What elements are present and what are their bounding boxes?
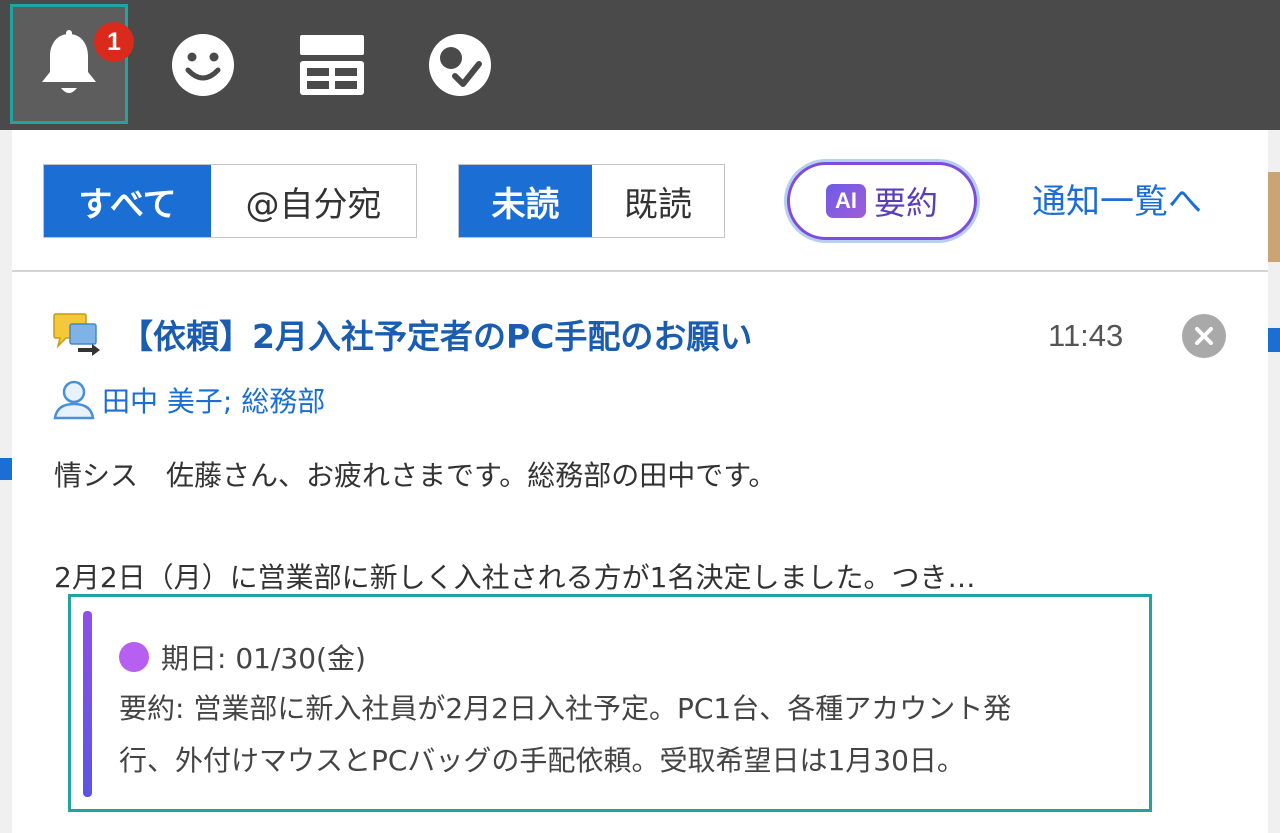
- header-bar: 1: [0, 0, 1280, 130]
- filter-bar: すべて @自分宛 未読 既読 AI 要約 通知一覧へ: [12, 130, 1268, 272]
- sender-name[interactable]: 田中 美子; 総務部: [102, 380, 325, 420]
- background-app-edge-right: [1266, 130, 1280, 833]
- notification-body-line-2: 2月2日（月）に営業部に新しく入社される方が1名決定しました。つき…: [54, 561, 976, 594]
- notification-count-badge: 1: [94, 22, 134, 62]
- dismiss-button[interactable]: [1182, 314, 1226, 358]
- due-date-dot-icon: [119, 642, 149, 672]
- status-button[interactable]: [143, 0, 263, 130]
- filter-mentions-button[interactable]: @自分宛: [211, 165, 416, 237]
- layout-icon: [300, 35, 364, 95]
- filter-all-button[interactable]: すべて: [44, 165, 211, 237]
- scope-filter: すべて @自分宛: [43, 164, 417, 238]
- filter-read-button[interactable]: 既読: [592, 165, 724, 237]
- notification-time: 11:43: [1048, 318, 1124, 353]
- bell-icon: [42, 30, 96, 93]
- portal-layout-button[interactable]: [272, 0, 392, 130]
- user-icon: [53, 380, 95, 420]
- sender: 田中 美子; 総務部: [52, 380, 325, 420]
- notification-list-link[interactable]: 通知一覧へ: [1032, 174, 1202, 223]
- read-state-filter: 未読 既読: [458, 164, 725, 238]
- due-date-text: 期日: 01/30(金): [161, 642, 366, 675]
- ai-summary-box: 期日: 01/30(金) 要約: 営業部に新入社員が2月2日入社予定。PC1台、…: [68, 594, 1152, 812]
- summary-text-line-2: 行、外付けマウスとPCバッグの手配依頼。受取希望日は1月30日。: [119, 744, 965, 777]
- background-app-edge-left: [0, 130, 12, 833]
- ai-summary-button[interactable]: AI 要約: [787, 162, 977, 240]
- check-bubble-icon: [429, 34, 491, 96]
- notification-item[interactable]: 【依頼】2月入社予定者のPC手配のお願い 11:43 田中 美子; 総務部 情シ…: [12, 272, 1268, 833]
- message-forward-icon: [53, 313, 100, 356]
- filter-unread-button[interactable]: 未読: [459, 165, 592, 237]
- presence-button[interactable]: [400, 0, 520, 130]
- summary-accent-bar: [83, 611, 92, 797]
- due-date: 期日: 01/30(金): [119, 637, 366, 677]
- ai-summary-label: 要約: [873, 184, 938, 222]
- notifications-button[interactable]: 1: [10, 4, 134, 124]
- summary-text-line-1: 要約: 営業部に新入社員が2月2日入社予定。PC1台、各種アカウント発: [119, 692, 1012, 725]
- ai-icon: AI: [825, 184, 866, 218]
- smiley-icon: [172, 34, 234, 96]
- notification-popup: すべて @自分宛 未読 既読 AI 要約 通知一覧へ 【依頼】2月入社予定者のP…: [12, 130, 1268, 833]
- close-icon: [1195, 327, 1213, 345]
- notification-title[interactable]: 【依頼】2月入社予定者のPC手配のお願い: [120, 310, 752, 358]
- notification-body-line-1: 情シス 佐藤さん、お疲れさまです。総務部の田中です。: [54, 459, 777, 492]
